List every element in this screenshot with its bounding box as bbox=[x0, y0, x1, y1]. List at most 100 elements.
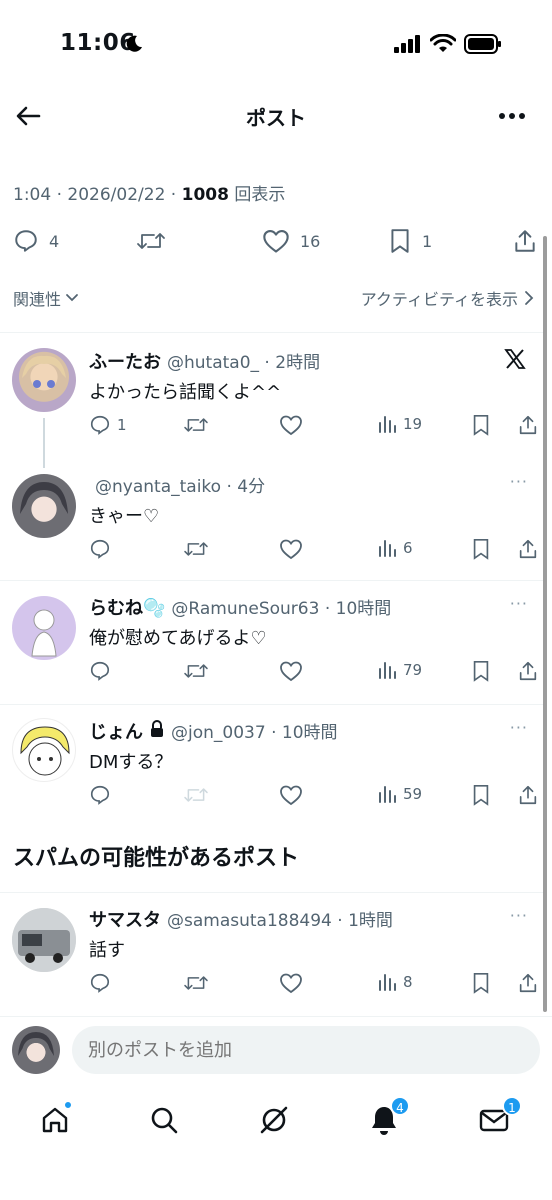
share-button[interactable] bbox=[517, 972, 539, 994]
bookmark-button[interactable]: 1 bbox=[388, 228, 432, 254]
post-meta: 1:04 · 2026/02/22 · 1008 回表示 bbox=[13, 185, 286, 205]
reply-author-name[interactable]: サマスタ bbox=[89, 906, 161, 932]
reply-author-name[interactable]: ふーたお bbox=[89, 348, 161, 374]
reply-button[interactable]: 1 bbox=[89, 414, 127, 436]
sort-bar: 関連性 アクティビティを表示 bbox=[0, 282, 552, 316]
reply-icon bbox=[15, 230, 37, 252]
views-button[interactable]: 8 bbox=[377, 972, 413, 992]
share-icon bbox=[519, 661, 537, 681]
chevron-right-icon bbox=[525, 291, 534, 305]
tab-home[interactable] bbox=[33, 1098, 77, 1142]
tab-notifications[interactable]: 4 bbox=[362, 1096, 410, 1142]
reply-text: 話す bbox=[89, 940, 125, 961]
repost-button[interactable] bbox=[183, 972, 209, 994]
reply-more-button[interactable]: ··· bbox=[510, 718, 528, 737]
reply-item[interactable]: じょん @jon_0037 · 10時間 ··· DMする？ 59 bbox=[0, 706, 544, 824]
more-button[interactable] bbox=[496, 102, 528, 130]
scrollbar[interactable] bbox=[543, 236, 547, 1012]
avatar[interactable] bbox=[12, 474, 76, 538]
bookmark-button[interactable] bbox=[471, 538, 491, 560]
reply-button[interactable] bbox=[89, 538, 111, 560]
divider bbox=[0, 704, 544, 705]
views-button[interactable]: 59 bbox=[377, 784, 422, 804]
like-button[interactable] bbox=[279, 972, 303, 994]
bookmark-button[interactable] bbox=[471, 972, 491, 994]
reply-author-name[interactable]: じょん bbox=[89, 718, 143, 744]
reply-author-handle[interactable]: @hutata0_ bbox=[167, 353, 259, 373]
divider bbox=[0, 1016, 552, 1017]
reply-button[interactable]: 4 bbox=[13, 228, 59, 254]
reply-author-handle[interactable]: @samasuta188494 bbox=[167, 911, 332, 931]
like-button[interactable] bbox=[279, 660, 303, 682]
share-icon bbox=[519, 973, 537, 993]
bookmark-icon bbox=[473, 973, 489, 994]
share-button[interactable] bbox=[517, 784, 539, 806]
spam-reply-item[interactable]: サマスタ @samasuta188494 · 1時間 ··· 話す 8 bbox=[0, 894, 544, 1012]
bookmark-button[interactable] bbox=[471, 660, 491, 682]
repost-button[interactable] bbox=[136, 228, 166, 254]
reply-item[interactable]: ふーたお @hutata0_ · 2時間 よかったら話聞くよ^^ 1 19 bbox=[0, 336, 544, 466]
bookmark-count: 1 bbox=[422, 231, 433, 251]
reply-more-button[interactable]: ··· bbox=[510, 594, 528, 613]
avatar[interactable] bbox=[12, 596, 76, 660]
reply-count: 4 bbox=[49, 231, 60, 251]
activity-label: アクティビティを表示 bbox=[360, 290, 518, 309]
tab-grok[interactable] bbox=[252, 1098, 296, 1142]
x-logo-icon bbox=[504, 348, 526, 374]
reply-more-button[interactable]: ··· bbox=[510, 906, 528, 925]
repost-icon bbox=[184, 542, 208, 556]
tab-messages[interactable]: 1 bbox=[472, 1096, 522, 1142]
sort-dropdown[interactable]: 関連性 bbox=[13, 286, 79, 310]
avatar[interactable] bbox=[12, 718, 76, 782]
messages-badge: 1 bbox=[502, 1096, 522, 1116]
reply-icon bbox=[90, 539, 110, 559]
bookmark-icon bbox=[473, 415, 489, 436]
home-unread-dot bbox=[63, 1100, 73, 1110]
bar-chart-icon bbox=[379, 662, 396, 679]
repost-button[interactable] bbox=[183, 414, 209, 436]
share-button[interactable] bbox=[517, 660, 539, 682]
share-icon bbox=[519, 539, 537, 559]
reply-icon bbox=[90, 785, 110, 805]
reply-actions: 8 bbox=[89, 972, 539, 1000]
tab-search[interactable] bbox=[142, 1098, 186, 1142]
views-button[interactable]: 19 bbox=[377, 414, 422, 434]
like-button[interactable]: 16 bbox=[262, 228, 320, 254]
reply-author-handle[interactable]: @RamuneSour63 bbox=[171, 599, 319, 619]
reply-author-handle[interactable]: @nyanta_taiko bbox=[95, 477, 221, 497]
reply-more-button[interactable]: ··· bbox=[510, 472, 528, 491]
reply-button[interactable] bbox=[89, 784, 111, 806]
reply-author-handle[interactable]: @jon_0037 bbox=[171, 723, 266, 743]
repost-button[interactable] bbox=[183, 538, 209, 560]
bookmark-button[interactable] bbox=[471, 414, 491, 436]
avatar bbox=[12, 1026, 60, 1074]
reply-button[interactable] bbox=[89, 660, 111, 682]
heart-icon bbox=[280, 973, 302, 994]
reply-author-name[interactable]: らむね🫧 bbox=[89, 594, 165, 620]
reply-input[interactable] bbox=[72, 1026, 540, 1074]
avatar[interactable] bbox=[12, 348, 76, 412]
heart-icon bbox=[280, 661, 302, 682]
like-button[interactable] bbox=[279, 538, 303, 560]
page-title: ポスト bbox=[246, 106, 306, 130]
share-button[interactable] bbox=[517, 538, 539, 560]
reply-actions: 6 bbox=[89, 538, 539, 566]
views-button[interactable]: 6 bbox=[377, 538, 413, 558]
repost-button[interactable] bbox=[183, 660, 209, 682]
share-button[interactable] bbox=[517, 414, 539, 436]
views-button[interactable]: 79 bbox=[377, 660, 422, 680]
reply-button[interactable] bbox=[89, 972, 111, 994]
activity-link[interactable]: アクティビティを表示 bbox=[361, 286, 534, 310]
view-count: 79 bbox=[403, 661, 423, 679]
avatar[interactable] bbox=[12, 908, 76, 972]
like-button[interactable] bbox=[279, 784, 303, 806]
like-button[interactable] bbox=[279, 414, 303, 436]
more-icon bbox=[499, 113, 525, 119]
share-button[interactable] bbox=[512, 228, 538, 254]
reply-item[interactable]: らむね🫧 @RamuneSour63 · 10時間 ··· 俺が慰めてあげるよ♡… bbox=[0, 582, 544, 702]
bookmark-button[interactable] bbox=[471, 784, 491, 806]
post-date: 2026/02/22 bbox=[67, 185, 166, 205]
divider bbox=[0, 580, 544, 581]
repost-icon bbox=[184, 976, 208, 990]
reply-item[interactable]: @nyanta_taiko · 4分 ··· きゃー♡ 6 bbox=[0, 462, 544, 578]
